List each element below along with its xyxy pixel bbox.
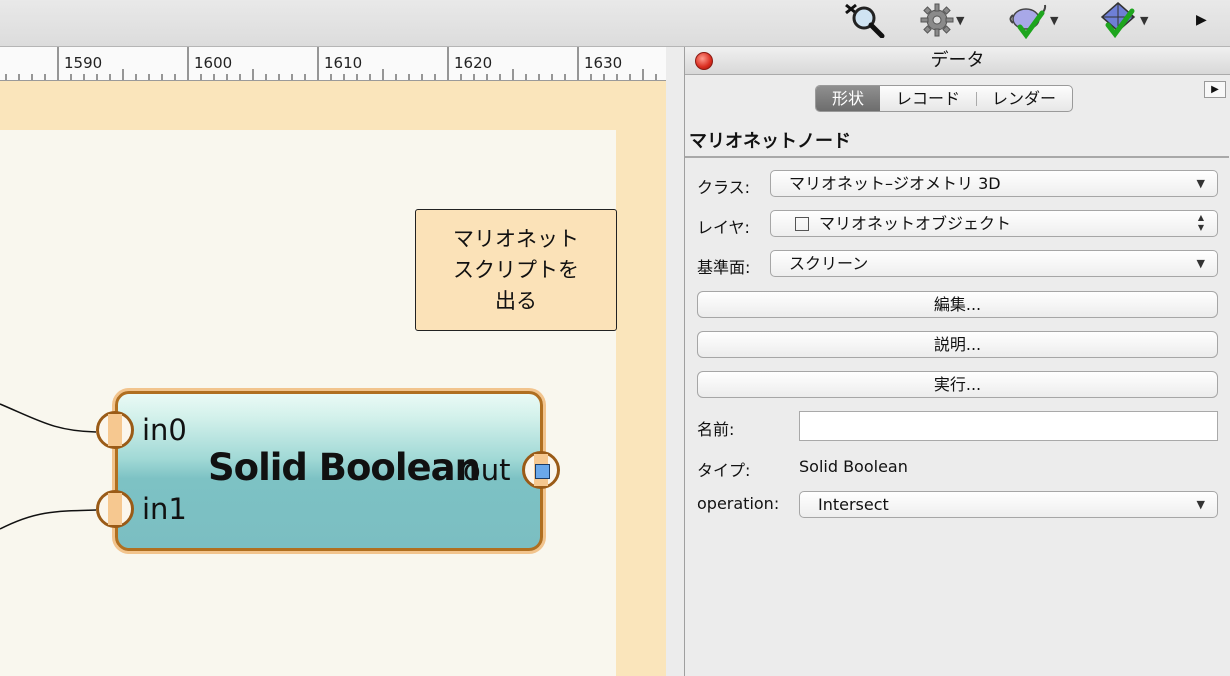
chevron-down-icon: ▼ [1196, 498, 1205, 511]
wire-layer [0, 403, 97, 530]
port-label-in1: in1 [142, 492, 187, 526]
close-icon[interactable] [695, 52, 713, 70]
horizontal-ruler: 1590 1600 1610 1620 1630 [0, 47, 666, 81]
input-port-in0[interactable] [96, 411, 134, 449]
updown-icon: ▲ ▼ [1198, 213, 1204, 233]
geometry-check-icon [1100, 2, 1136, 39]
ruler-label-1630: 1630 [584, 54, 622, 72]
ruler-label-1620: 1620 [454, 54, 492, 72]
chevron-down-icon: ▼ [1196, 257, 1205, 270]
solid-boolean-node[interactable]: Solid Boolean in0 in1 out [115, 391, 543, 551]
data-palette: データ 形状 レコード レンダー ▶ マリオネットノード クラス: マリオネット… [684, 47, 1230, 676]
description-button[interactable]: 説明... [697, 331, 1218, 358]
edit-button[interactable]: 編集... [697, 291, 1218, 318]
input-port-in1[interactable] [96, 490, 134, 528]
layer-icon [795, 217, 809, 231]
chevron-down-icon: ▼ [1140, 13, 1149, 27]
drawing-canvas[interactable]: マリオネット スクリプトを 出る Solid Boolean in0 in1 out [0, 81, 666, 676]
ruler-ticks: 1590 1600 1610 1620 1630 [5, 47, 657, 80]
output-port-marker [535, 464, 550, 479]
operation-select[interactable]: Intersect ▼ [799, 491, 1218, 518]
object-check-button[interactable]: ▼ [1008, 0, 1058, 40]
layer-label: レイヤ: [697, 218, 750, 237]
top-toolbar: ▼ ▼ ▼ ▶ [0, 0, 1230, 47]
class-select-value: マリオネット–ジオメトリ 3D [789, 174, 1001, 193]
palette-titlebar: データ [685, 47, 1230, 75]
class-label: クラス: [697, 178, 751, 197]
node-title: Solid Boolean [208, 446, 481, 489]
ruler-label-1600: 1600 [194, 54, 232, 72]
class-select[interactable]: マリオネット–ジオメトリ 3D ▼ [770, 170, 1218, 197]
name-label: 名前: [697, 420, 735, 439]
operation-label: operation: [697, 494, 780, 513]
plane-select[interactable]: スクリーン ▼ [770, 250, 1218, 277]
palette-title: データ [930, 50, 985, 71]
object-type-heading: マリオネットノード [689, 131, 851, 152]
chevron-down-icon: ▼ [1050, 13, 1059, 27]
palette-menu-arrow-icon[interactable]: ▶ [1204, 81, 1226, 98]
gear-icon [920, 3, 954, 37]
tab-record[interactable]: レコード [880, 86, 976, 111]
search-tool-button[interactable] [842, 0, 888, 40]
run-button[interactable]: 実行... [697, 371, 1218, 398]
port-label-out: out [463, 453, 511, 487]
output-port-out[interactable] [522, 451, 560, 489]
name-input[interactable] [799, 411, 1218, 441]
palette-tabs: 形状 レコード レンダー [815, 85, 1074, 112]
more-arrow-icon[interactable]: ▶ [1196, 0, 1207, 40]
type-value: Solid Boolean [799, 457, 908, 476]
type-label: タイプ: [697, 461, 751, 480]
wire-in1[interactable] [0, 509, 97, 530]
layer-select[interactable]: マリオネットオブジェクト ▲ ▼ [770, 210, 1218, 237]
wire-in0[interactable] [0, 403, 97, 433]
geometry-check-button[interactable]: ▼ [1098, 0, 1148, 40]
search-icon [845, 3, 885, 38]
plane-label: 基準面: [697, 258, 751, 277]
up-arrow-icon: ▲ [1197, 213, 1204, 222]
operation-select-value: Intersect [818, 495, 889, 514]
plane-select-value: スクリーン [789, 254, 869, 273]
chevron-down-icon: ▼ [1196, 177, 1205, 190]
layer-select-value: マリオネットオブジェクト [819, 214, 1012, 233]
heading-divider [685, 156, 1229, 158]
chevron-down-icon: ▼ [956, 13, 965, 27]
down-arrow-icon: ▼ [1197, 223, 1204, 232]
ruler-label-1610: 1610 [324, 54, 362, 72]
port-label-in0: in0 [142, 413, 187, 447]
tab-render[interactable]: レンダー [976, 86, 1072, 111]
tab-shape[interactable]: 形状 [816, 86, 881, 111]
settings-tool-button[interactable]: ▼ [920, 0, 964, 40]
teapot-check-icon [1009, 4, 1047, 39]
ruler-label-1590: 1590 [64, 54, 102, 72]
